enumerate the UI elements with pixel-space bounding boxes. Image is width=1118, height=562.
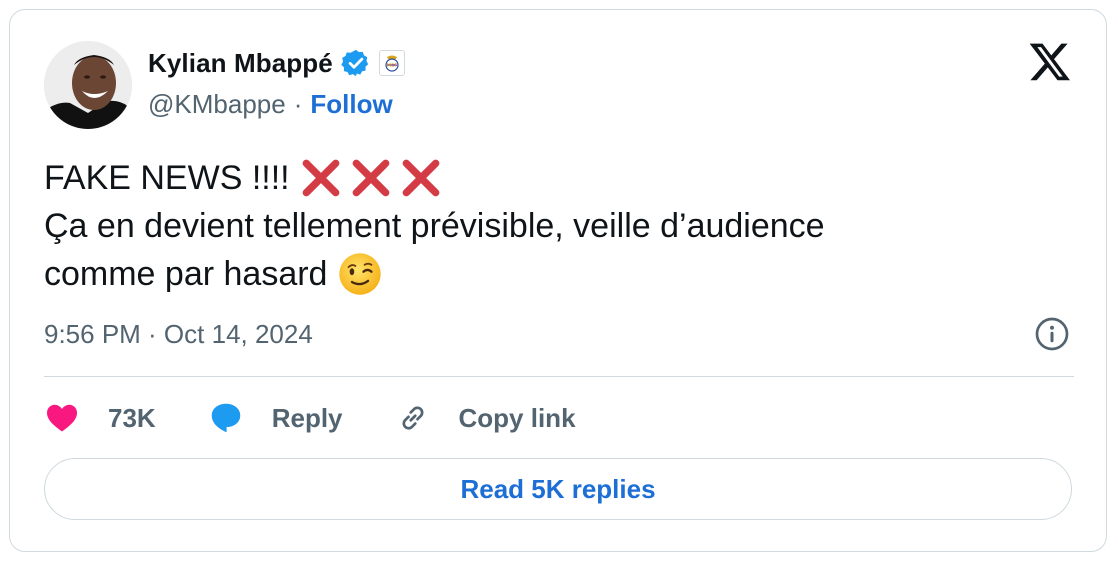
author-display-name[interactable]: Kylian Mbappé <box>148 48 333 79</box>
tweet-text-line-2: Ça en devient tellement prévisible, veil… <box>44 207 825 245</box>
cross-mark-emoji-icon <box>302 159 339 197</box>
avatar[interactable] <box>44 41 132 129</box>
author-name-row: Kylian Mbappé MCF <box>148 46 405 80</box>
reply-bubble-icon <box>211 403 240 433</box>
tweet-text-line-1-text: FAKE NEWS !!!! <box>44 159 290 197</box>
cross-mark-emojis <box>300 157 450 199</box>
read-replies-button[interactable]: Read 5K replies <box>44 458 1072 520</box>
link-icon <box>402 406 424 430</box>
like-count: 73K <box>108 402 156 433</box>
follow-link[interactable]: Follow <box>310 89 392 120</box>
separator-dot: · <box>293 88 303 119</box>
like-button[interactable]: 73K <box>44 400 156 436</box>
real-madrid-crest-icon[interactable]: MCF <box>378 50 405 76</box>
reply-label: Reply <box>271 402 343 433</box>
reply-button[interactable]: Reply <box>208 400 343 436</box>
cross-mark-emoji-icon <box>402 159 439 197</box>
author-handle[interactable]: @KMbappe <box>148 89 286 120</box>
tweet-timestamp[interactable]: 9:56 PM · Oct 14, 2024 <box>44 316 313 352</box>
copy-link-button[interactable]: Copy link <box>395 400 576 436</box>
tweet-text-line-3: comme par hasard <box>44 250 1084 298</box>
author-handle-row: @KMbappe · Follow <box>148 88 393 120</box>
action-bar: 73K Reply Copy link <box>44 398 576 438</box>
read-replies-label: Read 5K replies <box>460 473 656 504</box>
heart-icon <box>47 404 77 432</box>
info-icon[interactable] <box>1034 316 1070 352</box>
svg-text:MCF: MCF <box>386 63 397 69</box>
copy-link-label: Copy link <box>458 402 576 433</box>
tweet-text-line-3-text: comme par hasard <box>44 255 328 293</box>
x-logo-icon[interactable] <box>1028 39 1072 83</box>
tweet-text-line-1: FAKE NEWS !!!! <box>44 154 1084 202</box>
timestamp-text[interactable]: 9:56 PM · Oct 14, 2024 <box>44 319 313 350</box>
winking-face-emoji-icon <box>339 253 382 295</box>
verified-badge-icon <box>341 48 371 78</box>
tweet-text: FAKE NEWS !!!! Ça en devient tellement p… <box>44 154 1084 298</box>
tweet-embed-card: Kylian Mbappé MCF @KMbappe · Follow FAKE… <box>9 9 1107 552</box>
divider <box>44 376 1074 377</box>
cross-mark-emoji-icon <box>352 159 389 197</box>
